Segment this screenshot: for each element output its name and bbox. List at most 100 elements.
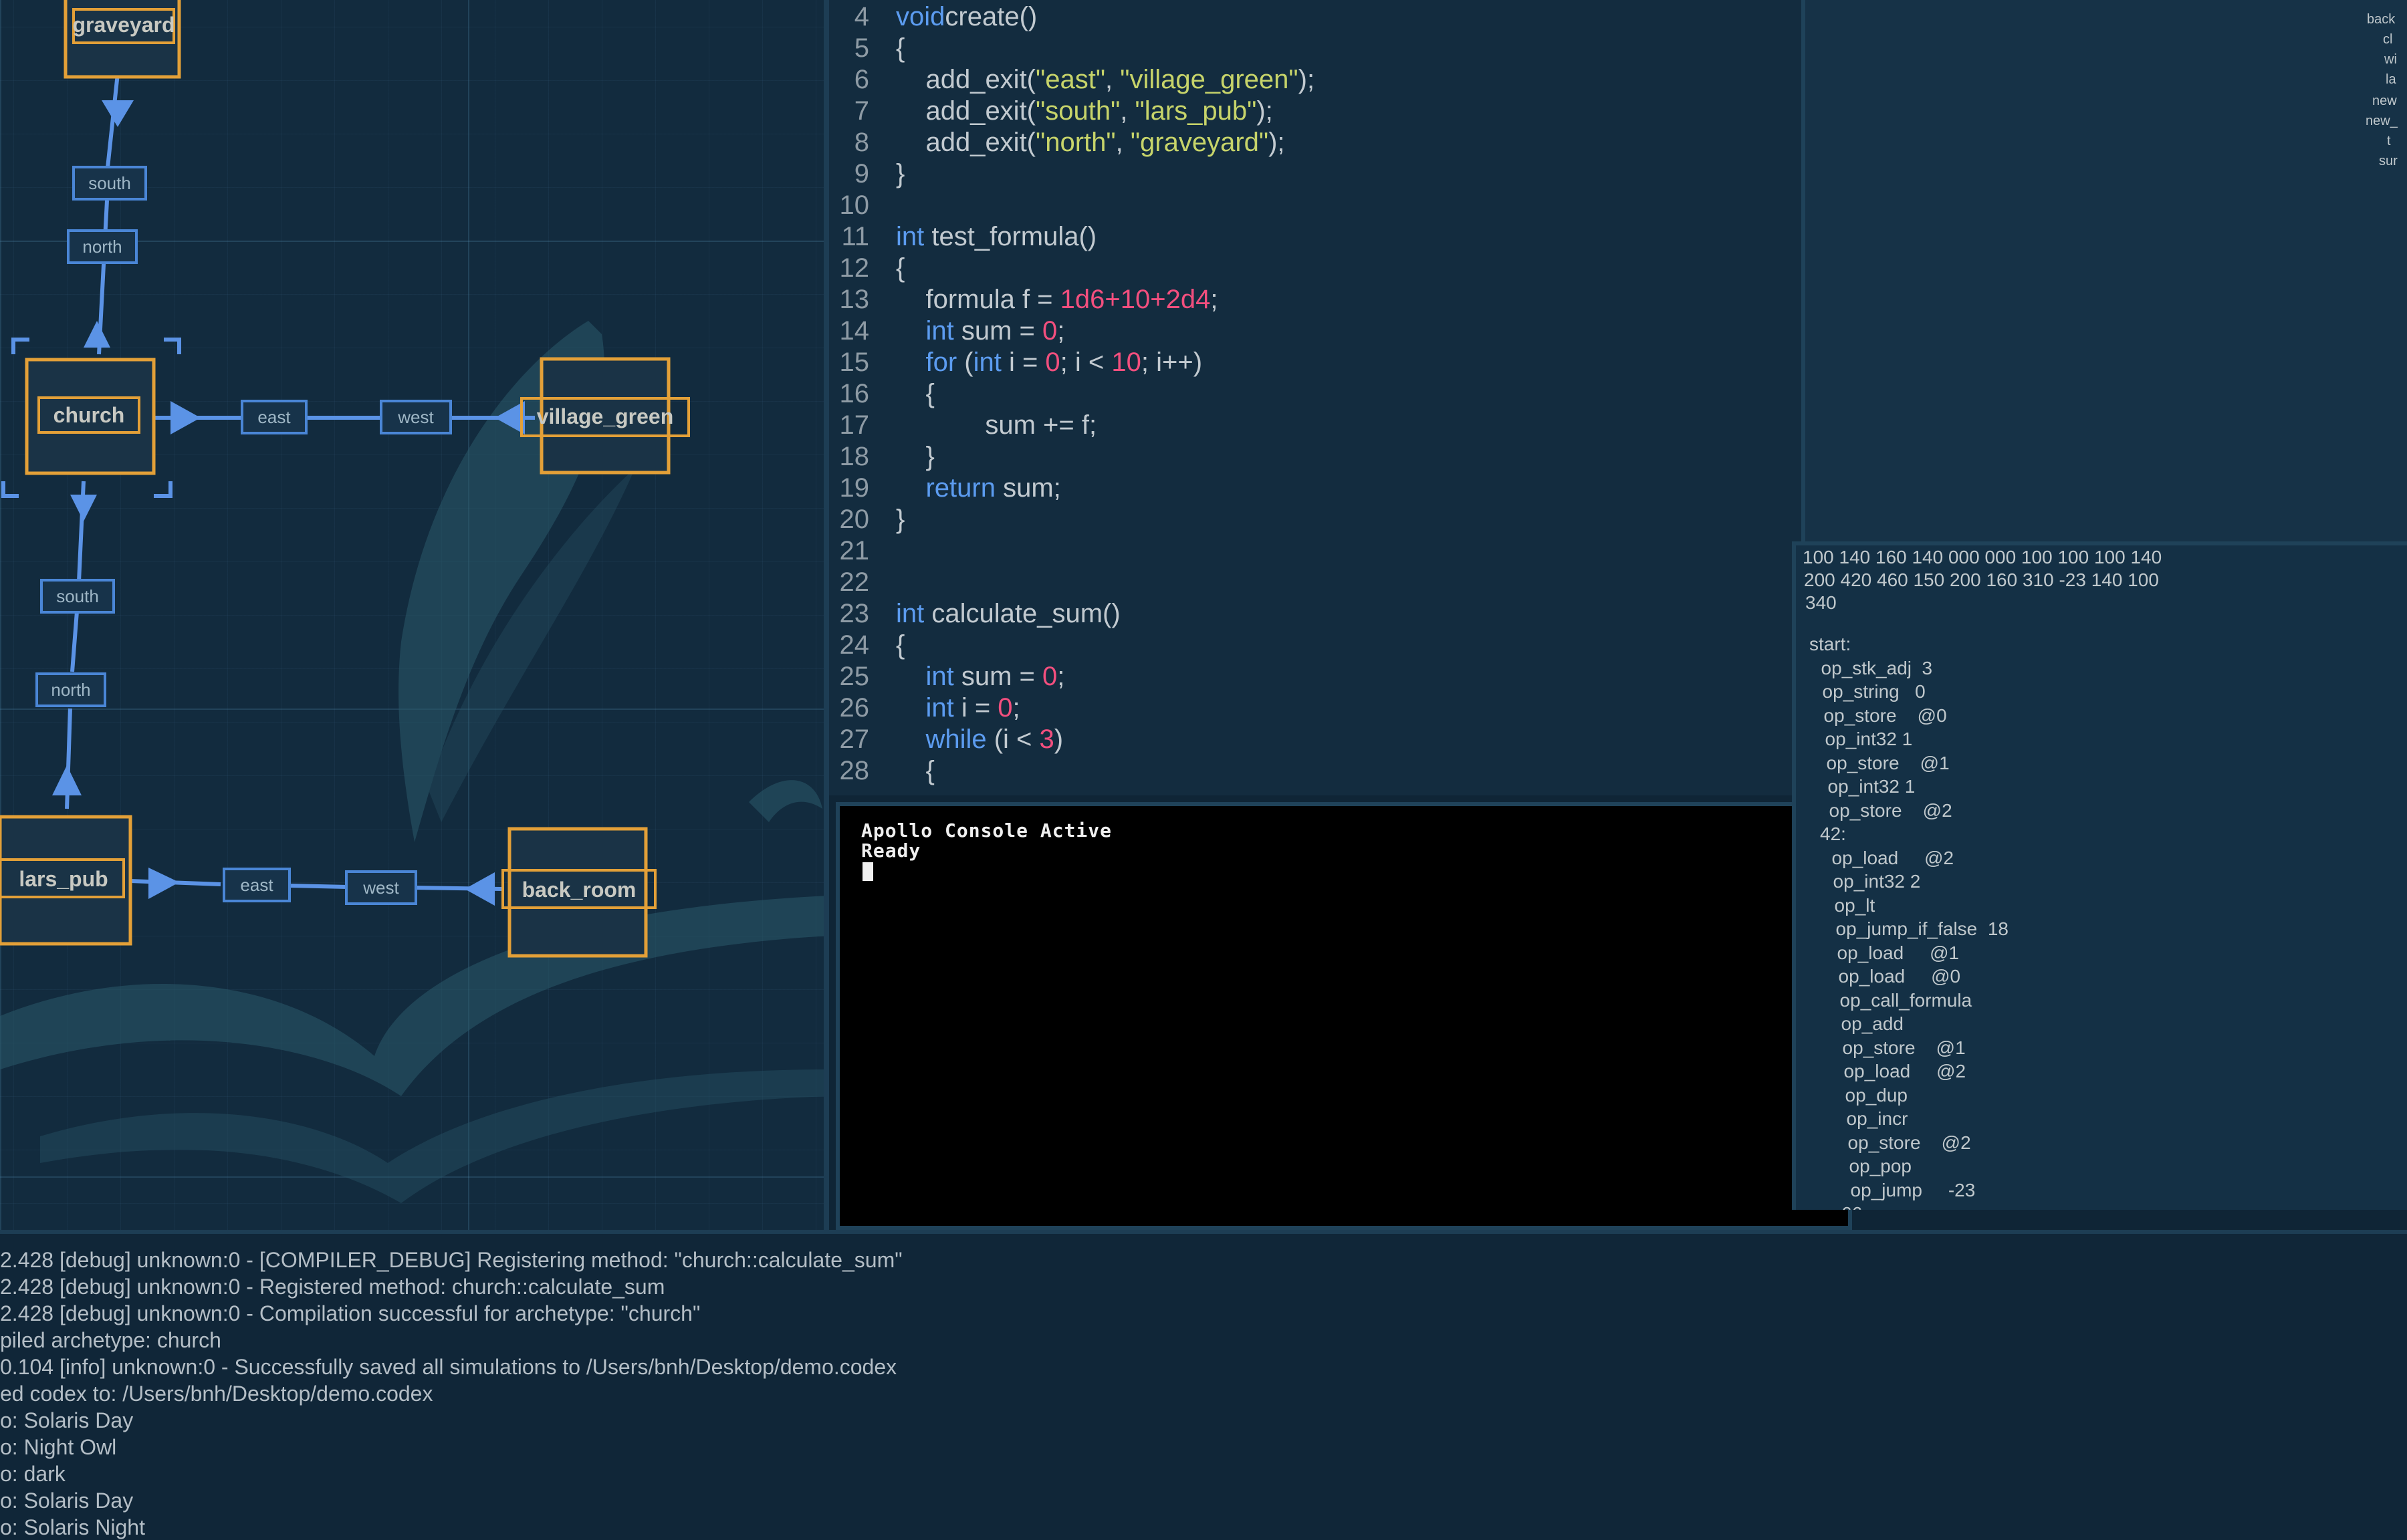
exit-backroom-west[interactable]: west xyxy=(345,870,417,905)
code-token: "graveyard" xyxy=(1130,128,1269,157)
code-line[interactable]: 18 } xyxy=(829,441,1792,472)
exit-church-south[interactable]: south xyxy=(40,579,115,614)
line-number: 25 xyxy=(839,662,870,691)
exit-village-west[interactable]: west xyxy=(380,400,452,434)
code-token: { xyxy=(896,379,935,408)
room-label-graveyard: graveyard xyxy=(73,13,175,37)
line-number: 15 xyxy=(839,348,870,377)
code-line[interactable]: 15 for (int i = 0; i < 10; i++) xyxy=(829,347,1792,378)
bytecode-line: op_incr xyxy=(1836,1108,1908,1129)
line-number: 8 xyxy=(854,128,869,157)
code-token: sum = xyxy=(953,662,1042,691)
properties-panel[interactable]: back cl wi la new new_ t sur xyxy=(1805,0,2407,541)
bytecode-panel[interactable]: 100 140 160 140 000 000 100 100 100 140 … xyxy=(1792,541,2407,1210)
room-map-panel[interactable]: graveyard church village_green lars_pub xyxy=(0,0,829,1230)
code-token: void xyxy=(896,2,945,31)
exit-pub-north[interactable]: north xyxy=(35,672,106,707)
code-line[interactable]: 23 int calculate_sum() xyxy=(829,598,1792,629)
line-number: 26 xyxy=(839,693,870,723)
code-token: sum += f; xyxy=(896,410,1097,440)
code-line[interactable]: 24 { xyxy=(829,630,1792,660)
line-number: 9 xyxy=(854,159,869,188)
code-line[interactable]: 11 int test_formula() xyxy=(829,221,1792,252)
code-token: while xyxy=(896,725,987,754)
code-line[interactable]: 27 while (i < 3) xyxy=(829,724,1792,755)
code-line[interactable]: 17 sum += f; xyxy=(829,410,1792,440)
exit-label: east xyxy=(257,407,291,427)
code-line[interactable]: 6 add_exit("east", "village_green"); xyxy=(829,64,1792,95)
room-lars-pub[interactable]: lars_pub xyxy=(0,815,132,946)
code-line[interactable]: 8 add_exit("north", "graveyard"); xyxy=(829,127,1792,158)
code-line[interactable]: 7 add_exit("south", "lars_pub"); xyxy=(829,96,1792,126)
line-number: 24 xyxy=(839,630,870,660)
line-number: 7 xyxy=(854,96,869,126)
code-token: 3 xyxy=(1039,725,1054,754)
exit-pub-east[interactable]: east xyxy=(223,868,291,902)
code-token: ; xyxy=(1057,662,1065,691)
exit-church-east[interactable]: east xyxy=(241,400,308,434)
line-number: 17 xyxy=(839,410,870,440)
log-line: 2.428 [debug] unknown:0 - Registered met… xyxy=(0,1275,665,1299)
code-line[interactable]: 10 xyxy=(829,190,1792,221)
code-line[interactable]: 12 { xyxy=(829,253,1792,283)
code-line[interactable]: 26 int i = 0; xyxy=(829,692,1792,723)
room-church[interactable]: church xyxy=(1,338,181,498)
room-label-church: church xyxy=(53,403,125,427)
code-token: ; xyxy=(1057,316,1065,346)
code-token: 0 xyxy=(1042,662,1058,691)
bytecode-line: 66: xyxy=(1841,1202,1867,1210)
code-line[interactable]: 22 xyxy=(829,567,1792,598)
code-token: ) xyxy=(1054,725,1064,754)
code-line[interactable]: 5{ xyxy=(829,33,1792,63)
line-number: 12 xyxy=(839,253,870,283)
code-line[interactable]: 9} xyxy=(829,158,1792,189)
code-line[interactable]: 20} xyxy=(829,504,1792,535)
bytecode-header: 100 140 160 140 000 000 100 100 100 140 xyxy=(1803,547,2162,567)
code-line[interactable]: 25 int sum = 0; xyxy=(829,661,1792,692)
code-token: return xyxy=(896,473,996,503)
code-token: "village_green" xyxy=(1120,65,1298,94)
console-line: Ready xyxy=(861,840,921,862)
console-line: Apollo Console Active xyxy=(861,819,1113,842)
code-token: ( xyxy=(957,348,973,377)
panel-text: new xyxy=(2372,94,2397,108)
code-line[interactable]: 14 int sum = 0; xyxy=(829,315,1792,346)
bytecode-line: op_load @0 xyxy=(1828,966,1961,987)
code-line[interactable]: 4 voidcreate() xyxy=(829,1,1792,32)
room-back-room[interactable]: back_room xyxy=(501,827,657,958)
log-line: o: Night Owl xyxy=(0,1435,117,1459)
panel-text: t xyxy=(2387,134,2391,148)
code-editor[interactable]: 4 voidcreate() 5{6 add_exit("east", "villa… xyxy=(829,0,1805,795)
room-graveyard[interactable]: graveyard xyxy=(64,0,181,79)
code-token: int xyxy=(896,662,954,691)
code-token: , xyxy=(1115,128,1131,157)
code-line[interactable]: 19 return sum; xyxy=(829,473,1792,503)
exit-church-north[interactable]: north xyxy=(67,229,138,264)
code-line[interactable]: 28 { xyxy=(829,755,1792,786)
code-token: } xyxy=(896,505,905,534)
code-line[interactable]: 21 xyxy=(829,535,1792,566)
log-panel[interactable]: 2.428 [debug] unknown:0 - [COMPILER_DEBU… xyxy=(0,1230,2407,1540)
code-token: add_exit( xyxy=(896,96,1036,126)
bytecode-line: op_stk_adj 3 xyxy=(1811,657,1933,678)
panel-text: la xyxy=(2386,72,2396,87)
log-line: o: Solaris Night xyxy=(0,1515,145,1539)
line-number: 13 xyxy=(839,285,870,314)
room-label-back-room: back_room xyxy=(522,878,637,902)
code-token: , xyxy=(1120,96,1135,126)
exit-graveyard-south[interactable]: south xyxy=(72,166,147,201)
line-number: 16 xyxy=(839,379,870,408)
code-line[interactable]: 13 formula f = 1d6+10+2d4; xyxy=(829,284,1792,315)
code-token: add_exit( xyxy=(896,65,1036,94)
code-token: create() xyxy=(945,2,1038,31)
room-village-green[interactable]: village_green xyxy=(520,357,690,475)
code-token: for xyxy=(896,348,957,377)
room-label-lars-pub: lars_pub xyxy=(19,867,108,891)
log-line: 0.104 [info] unknown:0 - Successfully sa… xyxy=(0,1355,897,1379)
room-graph[interactable]: graveyard church village_green lars_pub xyxy=(0,0,829,1230)
code-token: ; xyxy=(1012,693,1020,723)
code-token: i = xyxy=(953,693,998,723)
code-line[interactable]: 16 { xyxy=(829,378,1792,409)
bytecode-line: op_dup xyxy=(1835,1084,1908,1106)
console-panel[interactable]: Apollo Console Active Ready xyxy=(836,802,1852,1230)
